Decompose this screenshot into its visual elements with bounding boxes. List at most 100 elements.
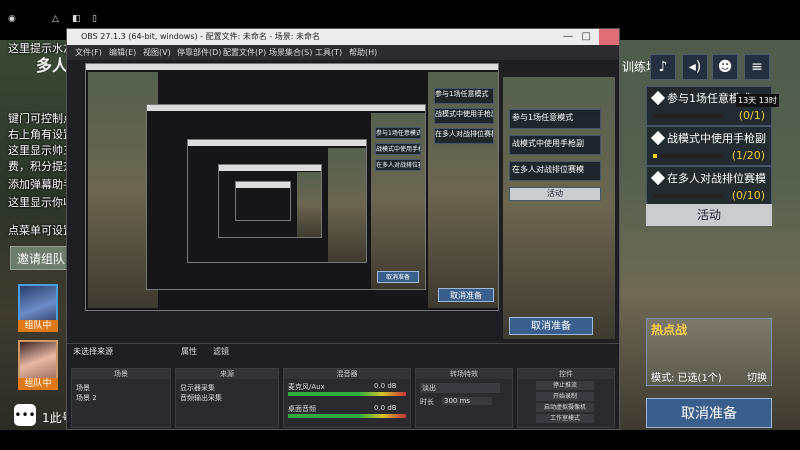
preview-canvas-nested: 参与1场任意模式 战模式中使用手枪副 在多人对战排位赛模 取消准备	[146, 104, 426, 290]
nested-titlebar	[236, 182, 290, 188]
scenes-dock: 场景 场景 场景 2	[71, 368, 171, 428]
studio-mode-button[interactable]: 工作室模式	[536, 414, 594, 423]
mixer-channel-name: 麦克风/Aux	[288, 383, 325, 391]
dock-title: 场景	[72, 369, 170, 379]
virtual-camera-button[interactable]: 启动虚拟摄像机	[536, 403, 594, 412]
menu-item-help[interactable]: 帮助(H)	[349, 47, 377, 58]
switch-button[interactable]: 切换	[747, 369, 767, 384]
nested-task: 参与1场任意模式	[375, 127, 421, 139]
menu-item-edit[interactable]: 编辑(E)	[109, 47, 136, 58]
activity-button[interactable]: 活动	[646, 204, 772, 226]
obs-dock-area: 未选择来源 属性 滤镜 场景 场景 场景 2 来源 显示器采集 音频输出采集 混…	[67, 343, 619, 429]
task-count: (0/1)	[738, 109, 765, 122]
diamond-icon	[650, 170, 666, 186]
duration-label: 时长	[420, 398, 434, 406]
dock-title: 混音器	[284, 369, 410, 379]
preview-activity: 活动	[509, 187, 601, 201]
cancel-ready-button[interactable]: 取消准备	[646, 398, 772, 428]
task-timer: 13天 13时	[736, 94, 779, 107]
menu-item-tools[interactable]: 工具(T)	[315, 47, 342, 58]
dock-title: 控件	[518, 369, 614, 379]
nested-titlebar	[188, 140, 366, 146]
task-progress-fill	[653, 154, 657, 158]
nested-task: 在多人对战排位赛模	[375, 159, 421, 171]
maximize-icon[interactable]: □	[582, 29, 591, 45]
preview-task: 参与1场任意模式	[509, 109, 601, 129]
hotspot-mode-card[interactable]: 热点战 模式: 已选(1个) 切换	[646, 318, 772, 386]
mixer-channel-name: 桌面音频	[288, 405, 316, 413]
window-title: OBS 27.1.3 (64-bit, windows) - 配置文件: 未命名…	[81, 32, 321, 41]
source-item[interactable]: 音频输出采集	[180, 393, 222, 403]
nested-task: 参与1场任意模式	[434, 88, 494, 104]
invite-team-button[interactable]: 邀请组队	[10, 246, 72, 270]
task-card[interactable]: 战模式中使用手枪副 (1/20)	[646, 126, 772, 166]
scene-item[interactable]: 场景	[76, 383, 90, 393]
preview-task: 在多人对战排位赛模	[509, 161, 601, 181]
transition-select[interactable]: 淡出	[420, 383, 500, 393]
mode-selected-text: 模式: 已选(1个)	[651, 373, 722, 384]
preview-canvas-nested	[187, 139, 367, 263]
preview-canvas-nested	[235, 181, 291, 221]
properties-button[interactable]: 属性	[181, 346, 197, 357]
volume-meter	[288, 414, 406, 418]
dock-title: 转场特效	[416, 369, 512, 379]
transitions-dock: 转场特效 淡出 时长 300 ms	[415, 368, 513, 428]
nested-titlebar	[219, 165, 321, 171]
task-progress	[653, 194, 723, 198]
hotspot-title: 热点战	[651, 323, 688, 337]
status-icon: ▯	[92, 14, 97, 24]
menu-bar: 文件(F) 编辑(E) 视图(V) 停靠部件(D) 配置文件(P) 场景集合(S…	[67, 45, 619, 60]
obs-window: OBS 27.1.3 (64-bit, windows) - 配置文件: 未命名…	[66, 28, 620, 430]
volume-meter	[288, 392, 406, 396]
speaker-icon[interactable]: ◂)	[682, 54, 708, 80]
status-icon: ◉	[8, 14, 16, 24]
sources-dock: 来源 显示器采集 音频输出采集	[175, 368, 279, 428]
menu-item-file[interactable]: 文件(F)	[75, 47, 102, 58]
task-progress	[653, 154, 723, 158]
diamond-icon	[650, 90, 666, 106]
controls-dock: 控件 停止推流 开始录制 启动虚拟摄像机 工作室模式	[517, 368, 615, 428]
menu-item-profile[interactable]: 配置文件(P)	[223, 47, 266, 58]
team-status-badge: 组队中	[18, 378, 58, 390]
menu-item-docks[interactable]: 停靠部件(D)	[177, 47, 221, 58]
task-count: (0/10)	[731, 189, 765, 202]
preview-canvas-nested	[218, 164, 322, 238]
menu-item-view[interactable]: 视图(V)	[143, 47, 171, 58]
stop-streaming-button[interactable]: 停止推流	[536, 381, 594, 390]
preview-cancel-button: 取消准备	[509, 317, 593, 335]
nested-game-right	[328, 148, 366, 262]
nested-task: 在多人对战排位赛模	[434, 128, 494, 144]
mixer-channel-db: 0.0 dB	[374, 404, 397, 412]
scene-item[interactable]: 场景 2	[76, 393, 97, 403]
no-source-label: 未选择来源	[73, 347, 113, 356]
nested-task: 战模式中使用手枪副	[434, 108, 494, 124]
nested-game-right	[297, 172, 321, 237]
nested-titlebar	[86, 64, 498, 70]
filters-button[interactable]: 滤镜	[213, 346, 229, 357]
duration-input[interactable]: 300 ms	[442, 397, 492, 405]
task-card[interactable]: 在多人对战排位赛模 (0/10)	[646, 166, 772, 206]
diamond-icon	[650, 130, 666, 146]
task-title: 战模式中使用手枪副	[667, 132, 766, 145]
nested-cancel-button: 取消准备	[377, 271, 419, 283]
status-icon: △	[52, 14, 59, 24]
nested-titlebar	[147, 105, 425, 111]
minimize-icon[interactable]: —	[563, 29, 573, 45]
friends-icon[interactable]: ☻	[712, 54, 738, 80]
nested-cancel-button: 取消准备	[438, 288, 494, 302]
close-icon[interactable]	[599, 29, 619, 45]
status-icon: ◧	[72, 14, 81, 24]
chat-icon[interactable]: •••	[14, 404, 36, 426]
start-recording-button[interactable]: 开始录制	[536, 392, 594, 401]
mixer-channel-db: 0.0 dB	[374, 382, 397, 390]
source-item[interactable]: 显示器采集	[180, 383, 215, 393]
task-count: (1/20)	[731, 149, 765, 162]
nested-game-right	[371, 113, 425, 289]
preview-task: 战模式中使用手枪副	[509, 135, 601, 155]
bottom-black-bar	[0, 430, 800, 450]
microphone-icon[interactable]: ♪	[650, 54, 676, 80]
dock-title: 来源	[176, 369, 278, 379]
menu-item-scene-collection[interactable]: 场景集合(S)	[269, 47, 312, 58]
menu-icon[interactable]: ≡	[744, 54, 770, 80]
preview-canvas[interactable]: 参与1场任意模式 战模式中使用手枪副 在多人对战排位赛模 取消准备 参与1场任意…	[85, 63, 499, 311]
